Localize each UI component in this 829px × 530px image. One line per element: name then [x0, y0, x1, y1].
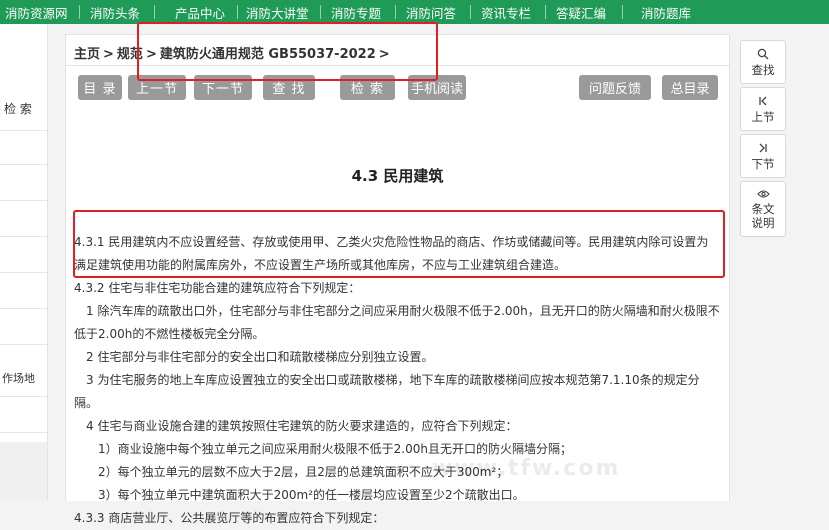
side-next-label: 下节 — [751, 156, 775, 171]
nav-divider — [622, 5, 623, 19]
side-notes-label-2: 说明 — [751, 216, 775, 230]
nav-item-qa[interactable]: 消防问答 — [406, 0, 458, 24]
clause-subitem: 3）每个独立单元中建筑面积大于200m²的任一楼层均应设置至少2个疏散出口。 — [98, 488, 525, 502]
nav-item-topics[interactable]: 消防专题 — [331, 0, 383, 24]
skip-previous-icon — [757, 95, 769, 110]
search-icon — [757, 48, 769, 63]
clause-highlight-box — [73, 210, 725, 278]
left-sidebar: 检 索 作场地 — [0, 24, 48, 500]
sidebar-search-button[interactable]: 检 索 — [4, 100, 32, 117]
top-nav: 消防资源网 消防头条 产品中心 消防大讲堂 消防专题 消防问答 资讯专栏 答疑汇… — [0, 0, 829, 24]
toc-button[interactable]: 总目录 — [662, 75, 718, 100]
side-notes-label-1: 条文 — [751, 202, 775, 216]
sidebar-divider — [0, 164, 47, 165]
feedback-button[interactable]: 问题反馈 — [579, 75, 651, 100]
catalog-button[interactable]: 目 录 — [78, 75, 122, 100]
sidebar-divider — [0, 236, 47, 237]
eye-icon — [756, 188, 770, 202]
nav-item-columns[interactable]: 资讯专栏 — [481, 0, 533, 24]
sidebar-footer-block — [0, 442, 47, 500]
nav-item-products[interactable]: 产品中心 — [175, 0, 227, 24]
breadcrumb-home-link[interactable]: 主页 — [74, 47, 100, 62]
nav-item-resources[interactable]: 消防资源网 — [5, 0, 69, 24]
side-find-button[interactable]: 查找 — [740, 40, 786, 84]
nav-divider — [237, 5, 238, 19]
nav-divider — [79, 5, 80, 19]
watermark: www.tfw.com — [432, 456, 621, 481]
sidebar-divider — [0, 130, 47, 131]
breadcrumb-separator: > — [103, 47, 114, 62]
side-prev-label: 上节 — [751, 109, 775, 124]
nav-divider — [545, 5, 546, 19]
nav-item-lectures[interactable]: 消防大讲堂 — [246, 0, 310, 24]
sidebar-divider — [0, 200, 47, 201]
sidebar-divider — [0, 432, 47, 433]
sidebar-divider — [0, 308, 47, 309]
clause-4-3-2: 4.3.2 住宅与非住宅功能合建的建筑应符合下列规定： — [74, 281, 361, 295]
side-notes-button[interactable]: 条文 说明 — [740, 181, 786, 237]
sidebar-item-label[interactable]: 作场地 — [2, 370, 35, 386]
skip-next-icon — [757, 142, 769, 157]
sidebar-divider — [0, 344, 47, 345]
nav-divider — [320, 5, 321, 19]
clause-item: 2 住宅部分与非住宅部分的安全出口和疏散楼梯应分别独立设置。 — [86, 350, 434, 364]
clause-item: 3 为住宅服务的地上车库应设置独立的安全出口或疏散楼梯，地下车库的疏散楼梯间应按… — [74, 373, 700, 410]
side-prev-button[interactable]: 上节 — [740, 87, 786, 131]
nav-divider — [395, 5, 396, 19]
clause-subitem: 2）每个独立单元的层数不应大于2层，且2层的总建筑面积不应大于300m²； — [98, 465, 509, 479]
side-next-button[interactable]: 下节 — [740, 134, 786, 178]
nav-item-headlines[interactable]: 消防头条 — [90, 0, 142, 24]
clause-4-3-3: 4.3.3 商店营业厅、公共展览厅等的布置应符合下列规定： — [74, 511, 385, 525]
clause-subitem: 1）商业设施中每个独立单元之间应采用耐火极限不低于2.00h且无开口的防火隔墙分… — [98, 442, 572, 456]
clause-item: 4 住宅与商业设施合建的建筑按照住宅建筑的防火要求建造的，应符合下列规定： — [86, 419, 518, 433]
nav-item-faq-compilation[interactable]: 答疑汇编 — [556, 0, 608, 24]
nav-divider — [470, 5, 471, 19]
side-find-label: 查找 — [751, 62, 775, 77]
nav-divider — [154, 5, 155, 19]
sidebar-divider — [0, 396, 47, 397]
section-title: 4.3 民用建筑 — [351, 167, 444, 185]
nav-item-question-bank[interactable]: 消防题库 — [641, 0, 693, 24]
sidebar-divider — [0, 272, 47, 273]
breadcrumb-highlight-box — [137, 22, 438, 81]
clause-item: 1 除汽车库的疏散出口外，住宅部分与非住宅部分之间应采用耐火极限不低于2.00h… — [74, 304, 720, 341]
